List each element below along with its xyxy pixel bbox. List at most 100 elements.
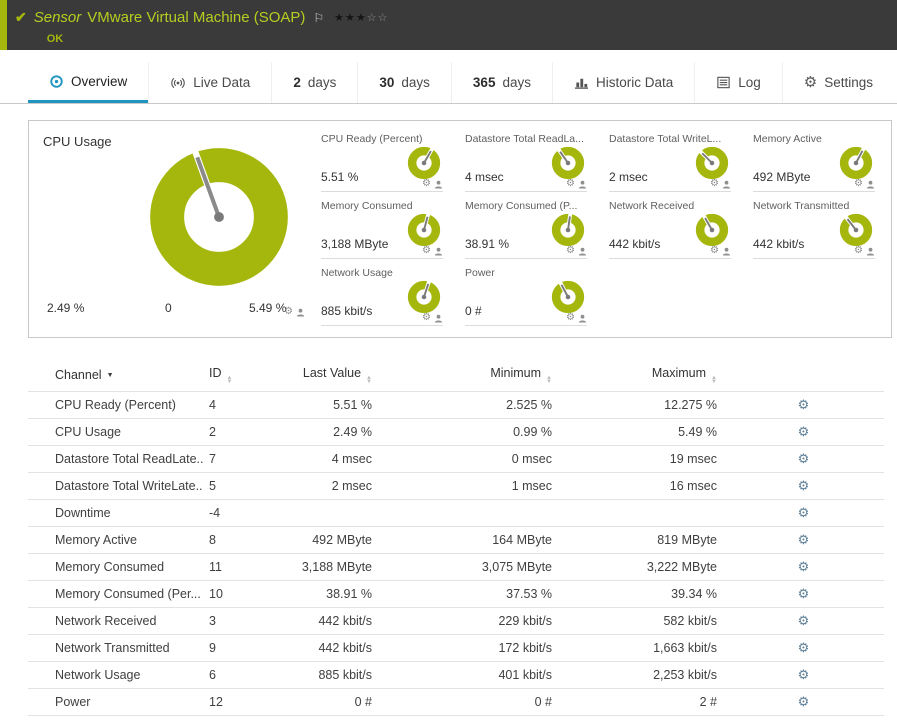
gauge-settings-icon[interactable]: ⚙ xyxy=(854,246,863,256)
tab-settings[interactable]: ⚙ Settings xyxy=(781,62,894,103)
user-icon[interactable] xyxy=(296,308,305,317)
flag-icon[interactable]: ⚐ xyxy=(313,11,324,25)
channel-gauge-cell[interactable]: Datastore Total WriteL... 2 msec ⚙ xyxy=(609,131,731,192)
channel-gauge-cell[interactable]: Memory Consumed (P... 38.91 % ⚙ xyxy=(465,198,587,259)
tab-log[interactable]: Log xyxy=(694,62,782,103)
gauge-settings-icon[interactable]: ⚙ xyxy=(422,179,431,189)
gauge-dial[interactable] xyxy=(405,278,443,316)
gauge-dial[interactable] xyxy=(549,211,587,249)
sort-desc-icon: ▼ xyxy=(106,372,114,380)
gauge-settings-icon[interactable]: ⚙ xyxy=(566,246,575,256)
channel-settings-icon[interactable]: ⚙ xyxy=(798,478,810,493)
table-row: Downtime -4 ⚙ xyxy=(28,499,884,527)
gauge-title: Network Usage xyxy=(321,267,393,279)
channel-settings-icon[interactable]: ⚙ xyxy=(798,640,810,655)
tab-30-days[interactable]: 30 days xyxy=(357,62,451,103)
gauge-settings-icon[interactable]: ⚙ xyxy=(710,246,719,256)
cell-min: 229 kbit/s xyxy=(378,607,558,635)
channel-settings-icon[interactable]: ⚙ xyxy=(798,586,810,601)
gauge-dial[interactable] xyxy=(693,144,731,182)
user-icon[interactable] xyxy=(434,180,443,189)
cell-channel: Memory Consumed xyxy=(28,553,203,581)
cell-min xyxy=(378,499,558,527)
tab-overview[interactable]: Overview xyxy=(28,62,149,103)
gauge-settings-icon[interactable]: ⚙ xyxy=(422,313,431,323)
gauge-actions: ⚙ xyxy=(422,179,443,189)
user-icon[interactable] xyxy=(578,314,587,323)
col-channel[interactable]: Channel ▼ xyxy=(28,360,203,392)
gauge-dial[interactable] xyxy=(693,211,731,249)
col-minimum[interactable]: Minimum ▲ ▼ xyxy=(378,360,558,392)
user-icon[interactable] xyxy=(434,314,443,323)
gauge-dial[interactable] xyxy=(837,144,875,182)
user-icon[interactable] xyxy=(434,247,443,256)
cell-id: 7 xyxy=(203,445,273,473)
col-last-value[interactable]: Last Value ▲ ▼ xyxy=(273,360,378,392)
channel-gauge-cell[interactable]: Network Received 442 kbit/s ⚙ xyxy=(609,198,731,259)
cell-channel: Memory Active xyxy=(28,526,203,554)
channel-gauge-cell[interactable]: CPU Ready (Percent) 5.51 % ⚙ xyxy=(321,131,443,192)
gauge-settings-icon[interactable]: ⚙ xyxy=(422,246,431,256)
gauge-dial[interactable] xyxy=(405,144,443,182)
channel-settings-icon[interactable]: ⚙ xyxy=(798,694,810,709)
table-row: CPU Ready (Percent) 4 5.51 % 2.525 % 12.… xyxy=(28,391,884,419)
tab-2-days[interactable]: 2 days xyxy=(271,62,357,103)
gauge-value: 5.51 % xyxy=(321,170,359,184)
gauge-settings-icon[interactable]: ⚙ xyxy=(566,179,575,189)
user-icon[interactable] xyxy=(866,180,875,189)
channel-gauge-cell[interactable]: Power 0 # ⚙ xyxy=(465,265,587,326)
user-icon[interactable] xyxy=(722,180,731,189)
user-icon[interactable] xyxy=(866,247,875,256)
gauge-settings-icon[interactable]: ⚙ xyxy=(854,179,863,189)
cell-last: 0 # xyxy=(273,688,378,716)
channel-settings-icon[interactable]: ⚙ xyxy=(798,451,810,466)
channel-settings-icon[interactable]: ⚙ xyxy=(798,397,810,412)
sort-icon: ▲ ▼ xyxy=(366,374,372,386)
channel-settings-icon[interactable]: ⚙ xyxy=(798,505,810,520)
channel-settings-icon[interactable]: ⚙ xyxy=(798,532,810,547)
table-row: Network Received 3 442 kbit/s 229 kbit/s… xyxy=(28,607,884,635)
tab-label: days xyxy=(401,75,430,90)
gauge-title: Memory Consumed xyxy=(321,200,413,212)
gauge-value: 442 kbit/s xyxy=(609,237,661,251)
cell-id: 5 xyxy=(203,472,273,500)
cell-min: 37.53 % xyxy=(378,580,558,608)
sort-icon: ▲ ▼ xyxy=(711,374,717,386)
gauge-settings-icon[interactable]: ⚙ xyxy=(710,179,719,189)
tab-number: 2 xyxy=(293,75,301,90)
table-row: Network Usage 6 885 kbit/s 401 kbit/s 2,… xyxy=(28,661,884,689)
cell-max: 2 # xyxy=(558,688,723,716)
gauge-title: Network Received xyxy=(609,200,695,212)
gauge-dial[interactable] xyxy=(837,211,875,249)
channel-gauge-cell[interactable]: Memory Consumed 3,188 MByte ⚙ xyxy=(321,198,443,259)
channel-settings-icon[interactable]: ⚙ xyxy=(798,667,810,682)
tab-live-data[interactable]: Live Data xyxy=(148,62,271,103)
cell-max: 2,253 kbit/s xyxy=(558,661,723,689)
channel-gauge-cell[interactable]: Datastore Total ReadLa... 4 msec ⚙ xyxy=(465,131,587,192)
channel-settings-icon[interactable]: ⚙ xyxy=(798,559,810,574)
channel-settings-icon[interactable]: ⚙ xyxy=(798,424,810,439)
gauge-settings-icon[interactable]: ⚙ xyxy=(284,307,293,317)
gauge-settings-icon[interactable]: ⚙ xyxy=(566,313,575,323)
priority-stars[interactable]: ★★★☆☆ xyxy=(334,11,388,25)
channel-gauge-cell[interactable]: Network Transmitted 442 kbit/s ⚙ xyxy=(753,198,875,259)
gauge-dial[interactable] xyxy=(549,278,587,316)
tab-historic-data[interactable]: Historic Data xyxy=(551,62,694,103)
gauge-dial[interactable] xyxy=(549,144,587,182)
col-maximum[interactable]: Maximum ▲ ▼ xyxy=(558,360,723,392)
table-row: Datastore Total ReadLate... 7 4 msec 0 m… xyxy=(28,445,884,473)
channel-gauge-cell[interactable]: Network Usage 885 kbit/s ⚙ xyxy=(321,265,443,326)
table-row: Network Transmitted 9 442 kbit/s 172 kbi… xyxy=(28,634,884,662)
channel-gauge-cell[interactable]: Memory Active 492 MByte ⚙ xyxy=(753,131,875,192)
user-icon[interactable] xyxy=(722,247,731,256)
gauge-value: 0 # xyxy=(465,304,482,318)
sensor-title[interactable]: VMware Virtual Machine (SOAP) xyxy=(87,9,305,26)
cpu-usage-gauge[interactable] xyxy=(143,141,295,293)
user-icon[interactable] xyxy=(578,247,587,256)
col-id[interactable]: ID ▲ ▼ xyxy=(203,360,273,392)
tab-365-days[interactable]: 365 days xyxy=(450,62,552,103)
gauge-dial[interactable] xyxy=(405,211,443,249)
user-icon[interactable] xyxy=(578,180,587,189)
log-list-icon xyxy=(716,75,731,90)
channel-settings-icon[interactable]: ⚙ xyxy=(798,613,810,628)
